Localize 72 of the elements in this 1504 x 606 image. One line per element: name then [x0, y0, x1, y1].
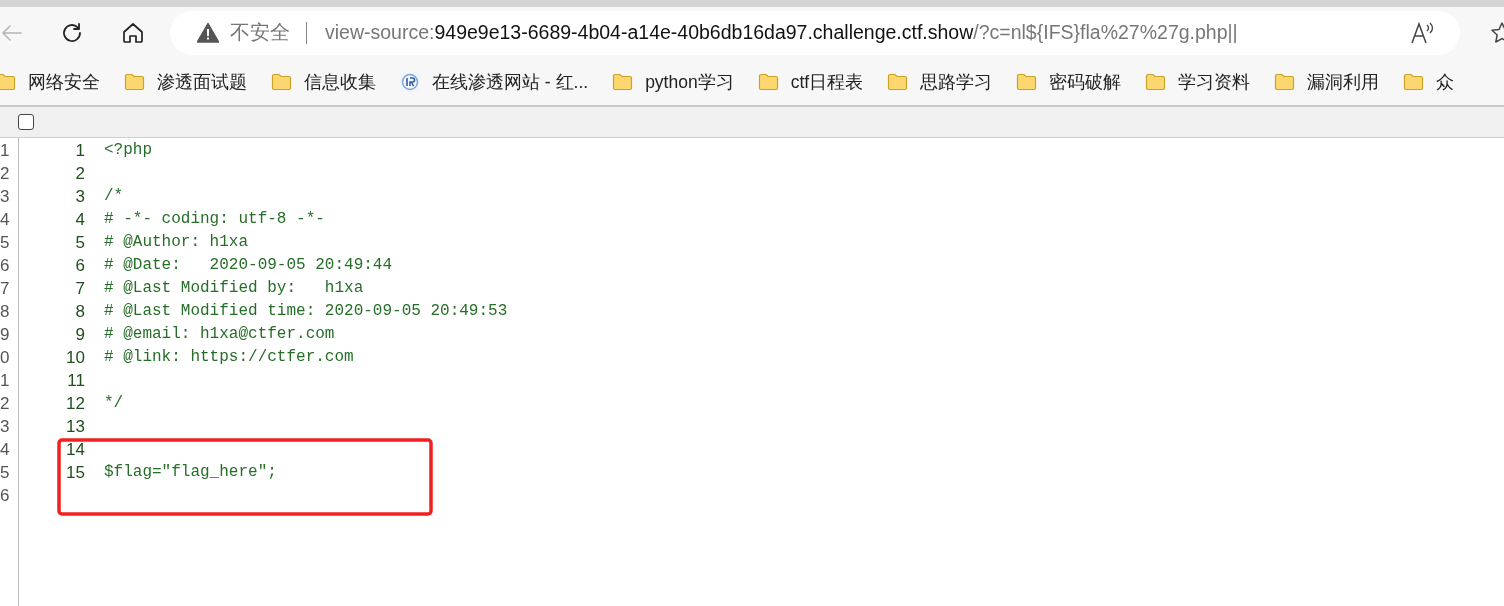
line-number: 2 [74, 163, 85, 185]
code-line: /* [104, 186, 124, 207]
line-number: 6 [74, 255, 85, 277]
line-number: 5 [74, 232, 85, 254]
line-number: 4 [74, 209, 85, 231]
folder-icon [1016, 72, 1038, 91]
bookmark-item[interactable]: 信息收集 [271, 69, 376, 94]
line-number: 8 [74, 301, 85, 323]
bookmark-item[interactable]: 学习资料 [1145, 69, 1251, 94]
line-number: 3 [0, 186, 11, 208]
line-number: 14 [65, 439, 85, 461]
line-number: 8 [0, 301, 11, 323]
bookmark-item[interactable]: ctf日程表 [757, 69, 864, 94]
home-icon [120, 20, 145, 45]
site-logo-icon [400, 71, 420, 92]
folder-icon [1145, 72, 1167, 91]
line-number: 15 [65, 462, 85, 484]
line-number: 9 [74, 324, 85, 346]
line-number: 7 [74, 278, 85, 300]
code-line: # -*- coding: utf-8 -*- [104, 209, 325, 230]
line-wrap-checkbox[interactable] [18, 114, 34, 130]
line-number: 2 [0, 163, 11, 185]
bookmark-item[interactable]: 在线渗透网站 - 红... [400, 69, 589, 94]
bookmark-item[interactable]: 众 [1403, 69, 1455, 94]
folder-icon [271, 72, 292, 91]
bookmark-item[interactable]: 漏洞利用 [1274, 69, 1380, 94]
line-number: 4 [0, 439, 11, 461]
line-number: 4 [0, 209, 11, 231]
line-number: 2 [0, 393, 11, 415]
line-number: 7 [0, 278, 11, 300]
line-number: 3 [74, 186, 85, 208]
favorite-star-icon[interactable] [1490, 20, 1504, 45]
line-number: 9 [0, 324, 11, 346]
bookmark-item[interactable]: 密码破解 [1016, 69, 1122, 94]
folder-icon [1274, 72, 1296, 91]
code-line: */ [104, 393, 124, 414]
line-number: 1 [0, 370, 11, 392]
code-line: # @Last Modified by: h1xa [104, 278, 364, 299]
url-text: view-source:949e9e13-6689-4b04-a14e-40b6db16da97.challenge.ctf.show/?c=nl${IFS}fla%27%27g.php|| [325, 21, 1238, 44]
line-number: 5 [0, 462, 11, 484]
folder-icon [612, 72, 634, 91]
line-number: 13 [65, 416, 85, 438]
bookmark-item[interactable]: 网络安全 [0, 69, 100, 94]
bookmark-item[interactable]: python学习 [612, 69, 734, 94]
line-number: 0 [0, 347, 11, 369]
folder-icon [0, 72, 16, 91]
code-line: # @email: h1xa@ctfer.com [104, 324, 335, 345]
bookmark-item[interactable]: 渗透面试题 [124, 69, 247, 94]
code-line: # @Last Modified time: 2020-09-05 20:49:53 [104, 301, 508, 322]
bookmark-item[interactable]: 思路学习 [887, 69, 993, 94]
code-line: <?php [104, 140, 152, 161]
line-number: 1 [74, 140, 85, 162]
code-line: # @Author: h1xa [104, 232, 249, 253]
folder-icon [757, 72, 779, 91]
code-line: # @Date: 2020-09-05 20:49:44 [104, 255, 393, 276]
folder-icon [124, 72, 145, 91]
line-number: 3 [0, 416, 11, 438]
line-number: 1 [0, 140, 11, 162]
address-bar[interactable]: 不安全 view-source:949e9e13-6689-4b04-a14e-40b6db16da97.challenge.ctf.show/?c=nl${IFS}fla%27%27g.php|| [170, 10, 1460, 55]
line-number: 6 [0, 485, 11, 507]
read-aloud-icon[interactable] [1410, 20, 1434, 45]
line-number: 11 [66, 370, 85, 392]
line-number: 10 [65, 347, 85, 369]
folder-icon [1403, 72, 1425, 91]
folder-icon [887, 72, 909, 91]
code-line: # @link: https://ctfer.com [104, 347, 354, 368]
code-line: $flag="flag_here"; [104, 462, 277, 483]
line-number: 12 [65, 393, 85, 415]
line-number: 6 [0, 255, 11, 277]
warning-icon [197, 22, 219, 43]
security-label: 不安全 [230, 20, 290, 45]
line-number: 5 [0, 232, 11, 254]
